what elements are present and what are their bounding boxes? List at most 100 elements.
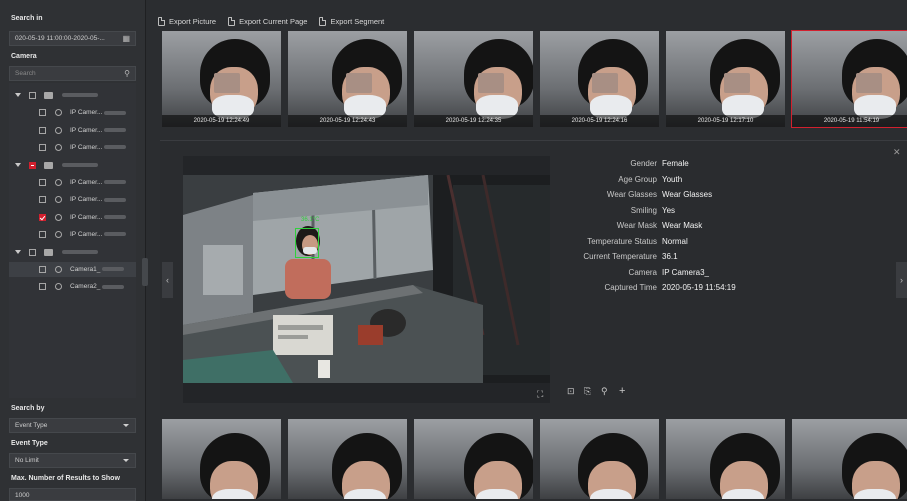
tree-camera-node[interactable]: IP Camer... [9,140,136,155]
capture-thumbnail[interactable]: 2020-05-19 11:54:19 [791,30,907,128]
checkbox[interactable] [39,231,46,239]
checkbox[interactable] [39,196,46,204]
expand-icon[interactable] [15,249,21,254]
checkbox[interactable] [39,213,46,221]
capture-thumbnail[interactable]: 2020-05-19 12:24:49 [161,30,282,128]
camera-icon [55,231,62,239]
tree-server-node[interactable] [9,88,136,103]
chevron-down-icon [123,424,129,427]
tree-camera-node[interactable]: IP Camer... [9,105,136,120]
checkbox[interactable] [39,179,46,186]
save-image-icon[interactable]: ⊡ [567,386,575,397]
next-button[interactable]: › [896,262,907,298]
info-row: Smiling Yes [560,203,890,219]
info-value: Normal [662,236,688,246]
server-icon [44,92,53,99]
checkbox[interactable] [29,248,36,256]
camera-label: IP Camer... [70,210,127,225]
previous-button[interactable]: ‹ [162,262,173,298]
info-key: Current Temperature [583,252,657,261]
checkbox[interactable] [39,144,46,152]
camera-icon [55,109,62,117]
tree-camera-node[interactable]: IP Camer... [9,192,136,207]
face-temperature-label: 36.1°C [301,217,320,223]
capture-thumbnail[interactable] [665,418,786,500]
document-icon [158,16,165,26]
tree-camera-node[interactable]: IP Camer... [9,175,136,190]
camera-label: IP Camer... [70,140,127,155]
thumbnail-timestamp: 2020-05-19 12:24:49 [162,115,281,127]
collapse-panel-handle[interactable] [142,258,148,286]
capture-thumbnail[interactable]: 2020-05-19 12:17:10 [665,30,786,128]
close-icon[interactable]: ✕ [893,147,901,158]
thumbnail-face-blur [856,73,882,93]
info-key: Camera [628,267,657,277]
max-results-input[interactable]: 1000 [9,488,136,501]
info-row: Age Group Youth [560,172,890,188]
capture-thumbnail[interactable]: 2020-05-19 12:24:16 [539,30,660,128]
camera-icon [55,283,62,291]
export-icon[interactable]: ⎘ [584,386,591,397]
export-current-page-label: Export Current Page [239,16,308,26]
thumbnail-face-blur [724,73,750,93]
capture-thumbnail[interactable]: 2020-05-19 12:24:35 [413,30,534,128]
export-current-page-button[interactable]: Export Current Page [228,14,307,28]
capture-thumbnail[interactable] [161,418,282,500]
info-value: Wear Glasses [662,190,713,199]
tree-server-node[interactable] [9,245,136,260]
capture-thumbnail[interactable] [287,418,408,500]
tree-server-node[interactable] [9,158,136,173]
event-type-select[interactable]: No Limit [9,453,136,468]
capture-thumbnail[interactable] [539,418,660,500]
add-icon[interactable]: + [619,385,625,397]
expand-icon[interactable] [15,162,21,167]
export-picture-label: Export Picture [169,16,217,26]
server-label [60,158,98,173]
capture-info-panel: Gender Female Age Group Youth Wear Glasses We… [560,156,890,296]
camera-label: Camera [11,53,37,60]
info-value: Yes [662,205,676,215]
info-value: 36.1 [662,252,678,261]
search-icon[interactable]: ⚲ [124,67,130,80]
time-range-value: 020-05-19 11:00:00-2020-05-... [15,35,105,42]
tree-camera-node[interactable]: IP Camer... [9,123,136,138]
time-range-field[interactable]: 020-05-19 11:00:00-2020-05-... ▦ [9,31,136,46]
checkbox[interactable] [29,161,36,169]
camera-label: IP Camer... [70,192,127,207]
camera-tree: IP Camer... IP Camer... IP Camer... IP Came… [9,83,136,398]
info-key: Smiling [630,205,657,215]
checkbox[interactable] [39,126,46,134]
expand-icon[interactable] [15,93,21,97]
chevron-down-icon [123,459,129,462]
checkbox[interactable] [39,266,46,273]
fullscreen-icon[interactable]: ⛶ [537,389,543,400]
server-label [60,245,98,260]
thumbnail-mask [344,489,386,499]
search-in-label: Search in [11,15,43,22]
tree-camera-node[interactable]: Camera2_ [9,279,136,294]
thumbnail-face-blur [478,73,504,93]
capture-thumbnail[interactable] [791,418,907,500]
server-icon [44,248,53,256]
export-picture-button[interactable]: Export Picture [158,14,216,28]
camera-search-input[interactable]: Search ⚲ [9,66,136,81]
checkbox[interactable] [39,109,46,117]
tree-camera-node[interactable]: IP Camer... [9,227,136,242]
checkbox[interactable] [29,92,36,99]
info-key: Age Group [618,174,657,184]
magnify-icon[interactable]: ⚲ [601,386,608,397]
calendar-icon[interactable]: ▦ [122,32,130,45]
thumbnail-timestamp: 2020-05-19 12:24:35 [414,115,533,127]
search-by-select[interactable]: Event Type [9,418,136,433]
info-row: Wear Glasses Wear Glasses [560,187,890,203]
info-row: Gender Female [560,156,890,172]
tree-camera-node[interactable]: IP Camer... [9,210,136,225]
camera-label: IP Camer... [70,105,127,120]
capture-thumbnail[interactable]: 2020-05-19 12:24:43 [287,30,408,128]
tree-camera-node[interactable]: Camera1_ [9,262,136,277]
capture-thumbnail[interactable] [413,418,534,500]
export-segment-button[interactable]: Export Segment [319,14,384,28]
document-icon [228,16,236,26]
thumbnail-mask [722,489,764,499]
checkbox[interactable] [39,283,46,291]
